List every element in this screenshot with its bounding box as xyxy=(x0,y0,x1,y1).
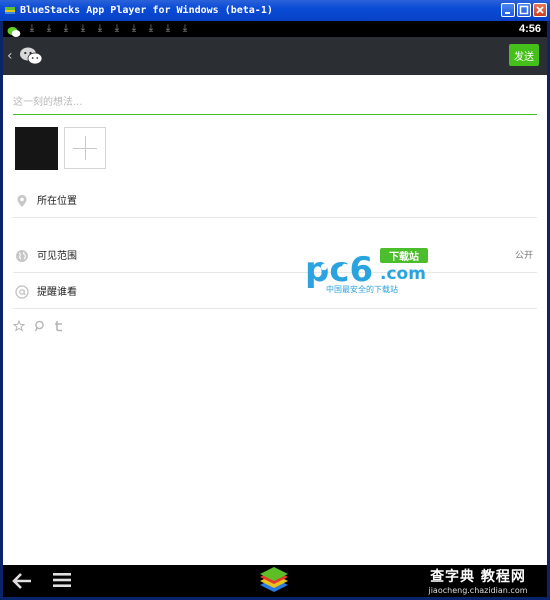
svg-text:pc6: pc6 xyxy=(305,250,373,290)
maximize-button[interactable] xyxy=(517,3,531,17)
visibility-value: 公开 xyxy=(514,251,533,261)
qzone-icon[interactable] xyxy=(33,317,45,332)
photo-thumbnail[interactable] xyxy=(15,127,58,170)
remind-row[interactable]: 提醒谁看 xyxy=(13,273,537,309)
minimize-button[interactable] xyxy=(501,3,515,17)
at-sign-icon xyxy=(15,284,29,299)
location-row[interactable]: 所在位置 xyxy=(13,182,537,218)
menu-icon[interactable] xyxy=(53,572,71,588)
download-icon: ⤓ xyxy=(182,23,188,34)
back-chevron-icon[interactable]: ‹ xyxy=(7,48,17,64)
pc6-badge-text: 下载站 xyxy=(389,250,419,263)
download-icon: ⤓ xyxy=(80,23,86,34)
android-nav-bar: 查字典 教程网 jiaocheng.chazidian.com xyxy=(3,565,547,597)
chazidian-watermark-url: jiaocheng.chazidian.com xyxy=(428,586,528,595)
bluestacks-app-icon xyxy=(4,5,16,17)
bluestacks-home-icon[interactable] xyxy=(257,567,291,595)
chazidian-watermark-title: 查字典 教程网 xyxy=(430,569,526,585)
thought-input[interactable] xyxy=(13,91,537,115)
window-title: BlueStacks App Player for Windows (beta-… xyxy=(20,5,273,16)
download-icon: ⤓ xyxy=(63,23,69,34)
compose-moment-panel: 所在位置 可见范围 公开 提醒谁看 xyxy=(3,75,547,565)
visibility-row[interactable]: 可见范围 公开 xyxy=(13,237,537,273)
download-icon: ⤓ xyxy=(97,23,103,34)
wechat-action-bar: ‹ 发送 xyxy=(3,37,547,75)
emulator-screen: ⤓ ⤓ ⤓ ⤓ ⤓ ⤓ ⤓ ⤓ ⤓ ⤓ 4:56 ‹ 发送 这一刻的想法... … xyxy=(3,21,547,597)
chazidian-watermark: 查字典 教程网 jiaocheng.chazidian.com xyxy=(413,566,543,596)
pc6-slogan-text: 中国最安全的下载站 xyxy=(326,284,398,294)
tencent-weibo-icon[interactable] xyxy=(53,317,65,332)
send-button[interactable]: 发送 xyxy=(509,44,539,66)
back-arrow-icon[interactable] xyxy=(11,571,33,591)
close-button[interactable] xyxy=(533,3,547,17)
download-icon: ⤓ xyxy=(165,23,171,34)
download-icon: ⤓ xyxy=(46,23,52,34)
pc6-com-text: .com xyxy=(380,264,426,284)
download-icon: ⤓ xyxy=(131,23,137,34)
pc6-watermark: pc6 下载站 .com 中国最安全的下载站 xyxy=(305,245,435,295)
location-pin-icon xyxy=(15,193,29,207)
visibility-label: 可见范围 xyxy=(37,251,77,262)
android-status-bar: ⤓ ⤓ ⤓ ⤓ ⤓ ⤓ ⤓ ⤓ ⤓ ⤓ 4:56 xyxy=(3,21,547,37)
download-icon: ⤓ xyxy=(148,23,154,34)
add-photo-button[interactable] xyxy=(64,127,106,169)
status-clock: 4:56 xyxy=(518,23,541,35)
window-titlebar[interactable]: BlueStacks App Player for Windows (beta-… xyxy=(0,0,550,21)
wechat-logo-icon[interactable] xyxy=(19,46,43,66)
wechat-notification-icon xyxy=(7,23,21,37)
download-icon: ⤓ xyxy=(114,23,120,34)
globe-icon xyxy=(15,248,29,262)
remind-label: 提醒谁看 xyxy=(37,287,77,298)
share-targets xyxy=(12,317,65,332)
download-icon: ⤓ xyxy=(29,23,35,34)
location-label: 所在位置 xyxy=(37,196,77,207)
star-icon[interactable] xyxy=(12,317,26,332)
